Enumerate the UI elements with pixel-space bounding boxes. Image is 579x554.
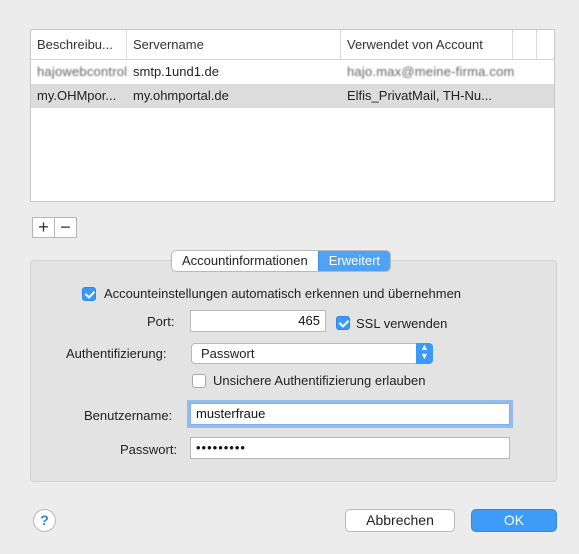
password-label: Passwort:	[120, 442, 178, 457]
row-server: smtp.1und1.de	[133, 64, 220, 79]
auto-detect-checkbox[interactable]	[82, 287, 96, 301]
ok-button[interactable]: OK	[471, 509, 557, 532]
table-row[interactable]: hajowebcontrol smtp.1und1.de hajo.max@me…	[31, 60, 554, 84]
server-table: Beschreibu... Servername Verwendet von A…	[30, 29, 555, 202]
help-button[interactable]: ?	[33, 509, 56, 532]
column-header-spacer	[513, 30, 537, 59]
auth-select-value: Passwort	[201, 346, 255, 361]
add-server-button[interactable]: +	[32, 217, 55, 238]
tab-erweitert[interactable]: Erweitert	[317, 251, 391, 271]
segmented-tabs: Accountinformationen Erweitert	[171, 250, 392, 272]
column-header-servername[interactable]: Servername	[127, 30, 341, 59]
select-arrows-icon: ▲ ▼	[416, 343, 433, 364]
auth-select[interactable]: Passwort ▲ ▼	[191, 343, 433, 364]
table-row-selected[interactable]: my.OHMpor... my.ohmportal.de Elfis_Priva…	[31, 84, 554, 108]
ssl-label: SSL verwenden	[356, 316, 448, 331]
column-header-account[interactable]: Verwendet von Account	[341, 30, 513, 59]
insecure-auth-label: Unsichere Authentifizierung erlauben	[213, 373, 426, 388]
row-account: Elfis_PrivatMail, TH-Nu...	[347, 88, 492, 103]
table-header: Beschreibu... Servername Verwendet von A…	[31, 30, 554, 60]
remove-server-button[interactable]: −	[54, 217, 77, 238]
password-input[interactable]: •••••••••	[190, 437, 510, 459]
username-label: Benutzername:	[84, 408, 173, 423]
auto-detect-label: Accounteinstellungen automatisch erkenne…	[104, 286, 462, 301]
auth-label: Authentifizierung:	[66, 346, 167, 361]
tab-accountinformationen[interactable]: Accountinformationen	[172, 251, 318, 271]
ssl-checkbox[interactable]	[336, 316, 350, 330]
insecure-auth-checkbox[interactable]	[192, 374, 206, 388]
column-header-description[interactable]: Beschreibu...	[31, 30, 127, 59]
row-server: my.ohmportal.de	[133, 88, 229, 103]
row-description: my.OHMpor...	[37, 88, 117, 103]
cancel-button[interactable]: Abbrechen	[345, 509, 455, 532]
port-label: Port:	[147, 314, 175, 329]
username-input[interactable]: musterfraue	[190, 403, 510, 425]
port-input[interactable]: 465	[190, 310, 326, 332]
row-account: hajo.max@meine-firma.com	[347, 64, 515, 79]
row-description: hajowebcontrol	[37, 64, 127, 79]
